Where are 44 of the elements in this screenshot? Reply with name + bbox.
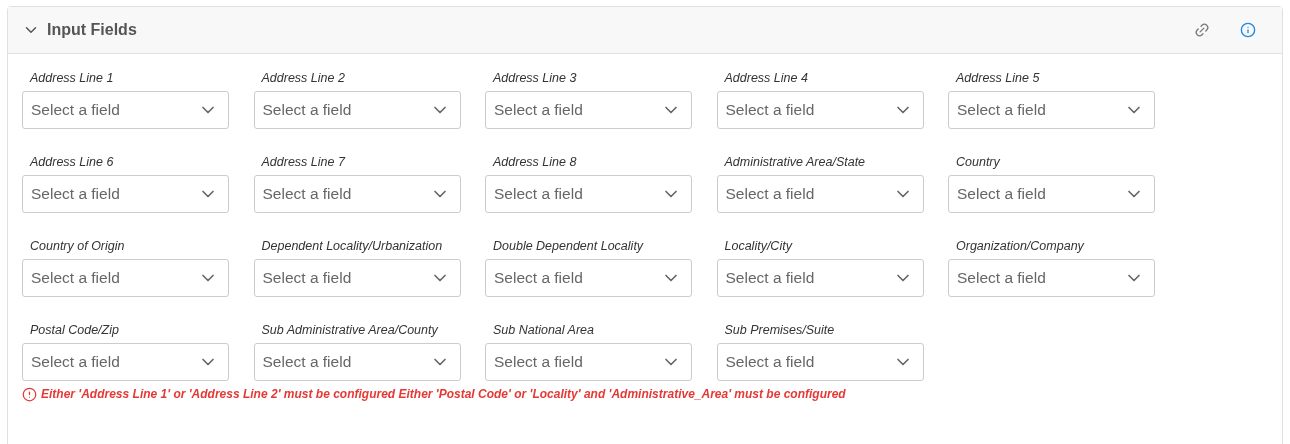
select-field[interactable]: Select a field (22, 91, 229, 129)
link-button[interactable] (1194, 22, 1210, 38)
info-icon (1240, 22, 1256, 38)
select-field[interactable]: Select a field (948, 259, 1155, 297)
field-label: Address Line 4 (723, 70, 809, 87)
select-field[interactable]: Select a field (485, 343, 692, 381)
select-field[interactable]: Select a field (948, 175, 1155, 213)
select-field[interactable]: Select a field (716, 343, 924, 381)
select-field[interactable]: Select a field (22, 259, 229, 297)
field-label: Sub Administrative Area/County (260, 322, 439, 339)
select-field[interactable]: Select a field (253, 91, 461, 129)
field-label: Address Line 2 (260, 70, 346, 87)
field-label: Sub National Area (492, 322, 595, 339)
field-label: Double Dependent Locality (492, 238, 645, 255)
field-label: Locality/City (723, 238, 794, 255)
field-label: Country of Origin (29, 238, 126, 255)
select-field[interactable]: Select a field (485, 91, 692, 129)
field-label: Sub Premises/Suite (723, 322, 836, 339)
select-field[interactable]: Select a field (253, 259, 461, 297)
select-field[interactable]: Select a field (716, 259, 924, 297)
field-label: Administrative Area/State (723, 154, 867, 171)
field-label: Country (955, 154, 1001, 171)
field-label: Postal Code/Zip (29, 322, 120, 339)
select-field[interactable]: Select a field (22, 175, 229, 213)
select-field[interactable]: Select a field (253, 175, 461, 213)
select-field[interactable]: Select a field (716, 91, 924, 129)
field-label: Address Line 7 (260, 154, 347, 171)
field-label: Address Line 8 (491, 154, 578, 171)
field-label: Address Line 3 (491, 70, 578, 87)
error-message: Either 'Address Line 1' or 'Address Line 2' must be configured Either 'Postal Code' or 'Locality' and 'Administrative_Area' must be configured (41, 387, 846, 402)
field-label: Address Line 5 (954, 70, 1041, 87)
select-field[interactable]: Select a field (948, 91, 1155, 129)
info-button[interactable] (1240, 22, 1256, 38)
field-label: Organization/Company (955, 238, 1085, 255)
field-label: Address Line 6 (28, 154, 115, 171)
panel-title: Input Fields (47, 20, 137, 40)
select-field[interactable]: Select a field (253, 343, 461, 381)
field-label: Dependent Locality/Urbanization (260, 238, 444, 255)
select-field[interactable]: Select a field (485, 175, 692, 213)
select-field[interactable]: Select a field (716, 175, 924, 213)
alert-icon (22, 387, 37, 402)
field-label: Address Line 1 (28, 70, 115, 87)
select-field[interactable]: Select a field (485, 259, 692, 297)
select-field[interactable]: Select a field (22, 343, 229, 381)
